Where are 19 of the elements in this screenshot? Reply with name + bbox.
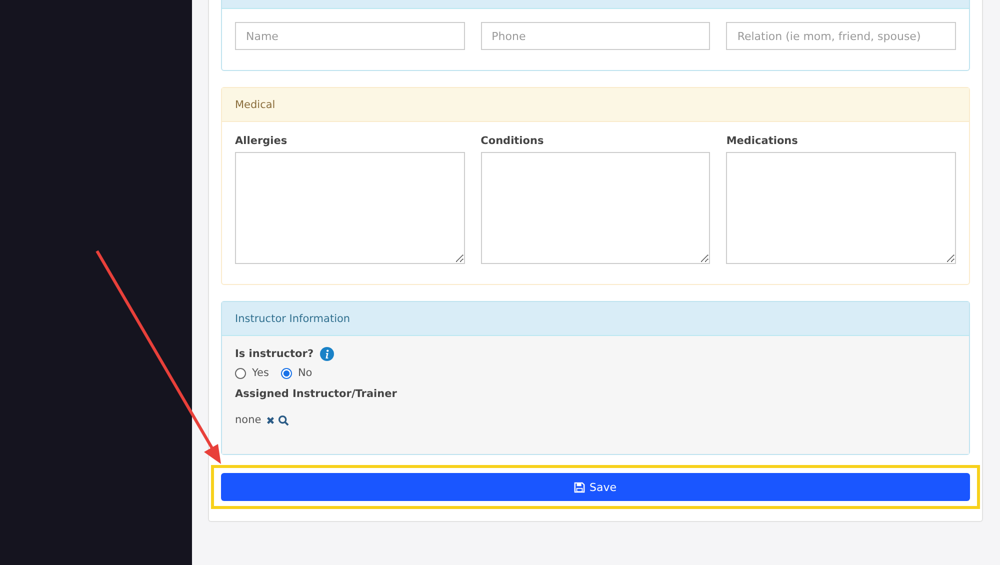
radio-button[interactable] — [235, 368, 246, 378]
input-field[interactable]: Name — [235, 22, 465, 50]
field-label: Is instructor? — [235, 348, 314, 360]
clear-icon[interactable] — [266, 416, 276, 424]
field-label: Allergies — [235, 135, 288, 147]
panel-title: Medical — [235, 98, 276, 110]
field-label: Conditions — [480, 135, 545, 147]
info-icon[interactable] — [320, 347, 334, 361]
field-label: Assigned Instructor/Trainer — [235, 388, 397, 400]
assigned-value: none — [235, 414, 262, 426]
search-icon[interactable] — [278, 414, 290, 426]
save-button[interactable]: Save — [221, 473, 970, 501]
radio-label: No — [298, 367, 312, 379]
field-label: Medications — [726, 135, 799, 147]
input-field[interactable]: Relation (ie mom, friend, spouse) — [726, 22, 956, 50]
radio-label: Yes — [252, 367, 269, 379]
input-field[interactable]: Phone — [480, 22, 710, 50]
panel-title: Instructor Information — [235, 312, 350, 324]
radio-button[interactable] — [280, 368, 292, 378]
